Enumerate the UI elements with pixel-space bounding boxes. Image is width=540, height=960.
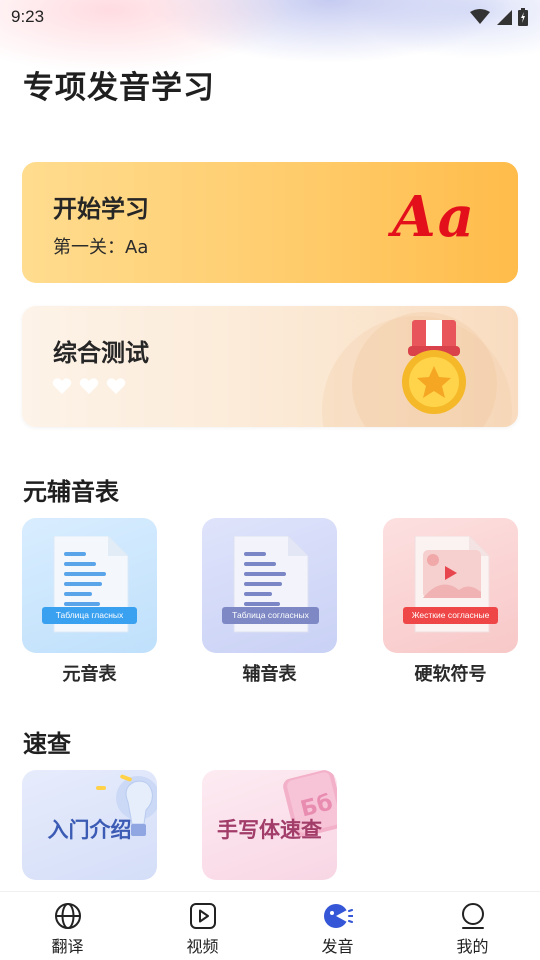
status-icons: [470, 8, 528, 26]
bottom-tab-bar: 翻译 视频 发音 我的: [0, 891, 540, 960]
status-time: 9:23: [11, 7, 45, 26]
vowel-table-ribbon: Таблица гласных: [42, 607, 137, 624]
tab-video-label: 视频: [186, 937, 219, 956]
battery-icon: [518, 8, 528, 26]
page-title: 专项发音学习: [23, 70, 215, 106]
consonant-table-label: 辅音表: [242, 664, 297, 685]
heart-icon: [106, 378, 126, 394]
pronunciation-icon: [323, 904, 353, 928]
tab-profile[interactable]: 我的: [405, 892, 540, 960]
status-bar: 9:23: [0, 0, 540, 34]
hard-soft-sign-tile[interactable]: Жесткие согласные: [383, 518, 518, 653]
heart-icon: [79, 378, 99, 394]
start-learning-card[interactable]: 开始学习 第一关：Aa Aa: [22, 162, 518, 283]
hearts: [52, 377, 126, 395]
consonant-table-ribbon: Таблица согласных: [222, 607, 319, 624]
hard-soft-sign-ribbon: Жесткие согласные: [403, 607, 498, 624]
comprehensive-test-card[interactable]: 综合测试: [22, 306, 518, 427]
current-level: 第一关：Aa: [53, 237, 149, 258]
globe-icon: [54, 903, 81, 929]
medal-icon: [402, 320, 466, 414]
vowel-table-label: 元音表: [62, 664, 117, 685]
hard-soft-sign-label: 硬软符号: [414, 664, 487, 685]
start-learning-title: 开始学习: [53, 195, 149, 223]
tab-pronunciation-label: 发音: [321, 937, 354, 956]
wifi-icon: [470, 9, 490, 24]
signal-icon: [497, 10, 512, 25]
heart-icon: [52, 378, 72, 394]
profile-icon: [461, 903, 484, 929]
letter-aa-icon: Aa: [392, 184, 476, 250]
tab-video[interactable]: 视频: [135, 892, 270, 960]
handwriting-label: 手写体速查: [217, 818, 322, 842]
comprehensive-test-title: 综合测试: [53, 339, 149, 367]
quick-section-title: 速查: [23, 730, 71, 758]
intro-label: 入门介绍: [47, 818, 132, 842]
handwriting-tile[interactable]: Бб 手写体速查: [202, 770, 337, 880]
tab-translate-label: 翻译: [51, 937, 84, 956]
tab-translate[interactable]: 翻译: [0, 892, 135, 960]
tab-profile-label: 我的: [456, 937, 489, 956]
vowel-table-tile[interactable]: Таблица гласных: [22, 518, 157, 653]
charts-section-title: 元辅音表: [23, 478, 119, 506]
intro-tile[interactable]: 入门介绍: [22, 770, 157, 880]
play-icon: [189, 903, 216, 929]
tab-pronunciation[interactable]: 发音: [270, 892, 405, 960]
consonant-table-tile[interactable]: Таблица согласных: [202, 518, 337, 653]
